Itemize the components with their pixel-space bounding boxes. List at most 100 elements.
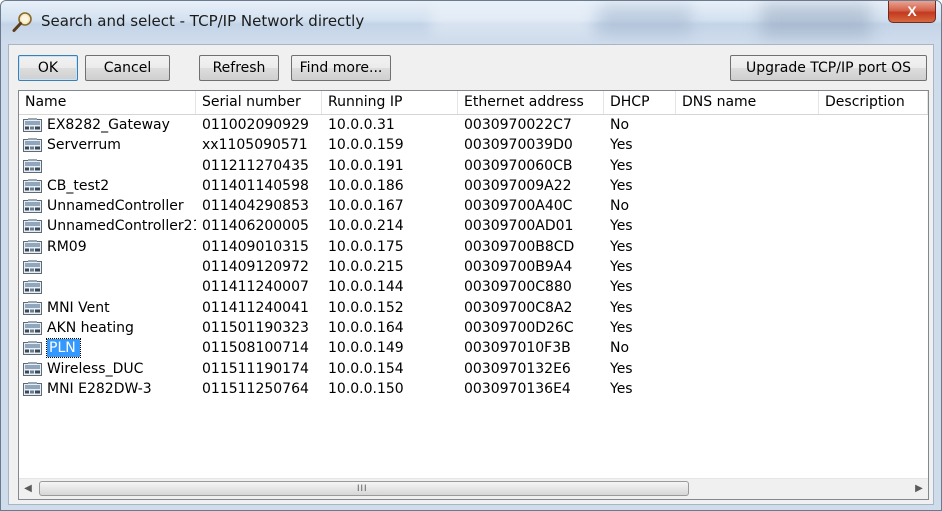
cell-name: MNI E282DW-3 — [19, 379, 196, 399]
horizontal-scrollbar[interactable]: ◀ III ▶ — [19, 478, 928, 499]
cell-name: Serverrum — [19, 135, 196, 155]
cell-serial: 011411240041 — [202, 299, 309, 316]
column-header-running-ip[interactable]: Running IP — [322, 91, 458, 114]
table-row[interactable]: UnnamedController 011404290853 10.0.0.167 0… — [19, 196, 928, 216]
cell-name: RM09 — [19, 237, 196, 257]
table-row[interactable]: RM09 011409010315 10.0.0.175 00309700B8CD Ye… — [19, 237, 928, 257]
cell-dhcp: Yes — [610, 177, 633, 194]
cell-serial: 011404290853 — [202, 198, 309, 215]
cell-dhcp: Yes — [610, 137, 633, 154]
cell-ip: 10.0.0.31 — [328, 117, 395, 133]
cell-mac: 00309700B8CD — [464, 238, 575, 255]
cell-name: PLN — [19, 338, 196, 359]
column-header-name[interactable]: Name — [19, 91, 196, 114]
scroll-right-arrow-icon[interactable]: ▶ — [910, 479, 928, 499]
find-more-button[interactable]: Find more... — [291, 55, 391, 81]
cell-mac: 00309700C8A2 — [464, 299, 573, 316]
cell-name: MNI Vent — [19, 298, 196, 318]
device-name: MNI E282DW-3 — [47, 380, 152, 397]
window-title: Search and select - TCP/IP Network direc… — [41, 12, 365, 30]
cell-dhcp: Yes — [610, 380, 633, 397]
cell-ip: 10.0.0.214 — [328, 218, 404, 235]
cell-ip: 10.0.0.164 — [328, 319, 404, 336]
cell-dhcp: Yes — [610, 360, 633, 377]
controller-device-icon — [23, 381, 42, 396]
cell-mac: 00309700C880 — [464, 279, 572, 296]
column-header-dhcp[interactable]: DHCP — [604, 91, 676, 114]
scrollbar-thumb[interactable]: III — [39, 481, 689, 496]
cell-dhcp: Yes — [610, 299, 633, 316]
column-header-serial[interactable]: Serial number — [196, 91, 322, 114]
table-row[interactable]: 011211270435 10.0.0.191 0030970060CB Yes — [19, 156, 928, 176]
column-header-description[interactable]: Description — [819, 91, 928, 114]
upgrade-os-button[interactable]: Upgrade TCP/IP port OS — [730, 55, 927, 81]
ok-button[interactable]: OK — [18, 55, 78, 81]
device-name: EX8282_Gateway — [47, 117, 170, 133]
dialog-window: Search and select - TCP/IP Network direc… — [0, 0, 942, 511]
cancel-button[interactable]: Cancel — [85, 55, 170, 81]
background-blur — [601, 5, 691, 35]
controller-device-icon — [23, 341, 42, 356]
cell-serial: 011409010315 — [202, 238, 309, 255]
background-blur — [431, 7, 591, 35]
table-row[interactable]: Serverrum xx1105090571 10.0.0.159 003097003… — [19, 135, 928, 155]
title-bar[interactable]: Search and select - TCP/IP Network direc… — [1, 1, 941, 43]
cell-name — [19, 257, 196, 277]
column-header-dns[interactable]: DNS name — [676, 91, 819, 114]
table-row[interactable]: MNI Vent 011411240041 10.0.0.152 00309700C8… — [19, 298, 928, 318]
scroll-left-arrow-icon[interactable]: ◀ — [19, 479, 37, 499]
cell-mac: 003097009A22 — [464, 177, 572, 194]
cell-serial: 011401140598 — [202, 177, 309, 194]
table-row[interactable]: 011409120972 10.0.0.215 00309700B9A4 Yes — [19, 257, 928, 277]
cell-mac: 00309700B9A4 — [464, 259, 573, 276]
controller-device-icon — [23, 280, 42, 295]
cell-dhcp: Yes — [610, 218, 633, 235]
controller-device-icon — [23, 178, 42, 193]
controller-device-icon — [23, 260, 42, 275]
cell-serial: 011002090929 — [202, 117, 309, 133]
controller-device-icon — [23, 158, 42, 173]
cell-serial: 011211270435 — [202, 157, 309, 174]
controller-device-icon — [23, 239, 42, 254]
close-button[interactable]: X — [888, 1, 936, 23]
controller-device-icon — [23, 199, 42, 214]
controller-device-icon — [23, 361, 42, 376]
cell-ip: 10.0.0.154 — [328, 360, 404, 377]
dialog-client-area: OK Cancel Refresh Find more... Upgrade T… — [8, 44, 934, 505]
table-row[interactable]: AKN heating 011501190323 10.0.0.164 0030970… — [19, 318, 928, 338]
device-name: MNI Vent — [47, 299, 110, 316]
cell-mac: 0030970132E6 — [464, 360, 571, 377]
cell-name: EX8282_Gateway — [19, 115, 196, 135]
device-list[interactable]: Name Serial number Running IP Ethernet a… — [18, 90, 929, 500]
cell-dhcp: Yes — [610, 259, 633, 276]
device-name: Serverrum — [47, 137, 121, 154]
column-header-ethernet[interactable]: Ethernet address — [458, 91, 604, 114]
cell-mac: 003097010F3B — [464, 340, 571, 357]
cell-ip: 10.0.0.159 — [328, 137, 404, 154]
cell-ip: 10.0.0.150 — [328, 380, 404, 397]
cell-mac: 0030970022C7 — [464, 117, 572, 133]
table-row[interactable]: EX8282_Gateway 011002090929 10.0.0.31 00309… — [19, 115, 928, 135]
table-row[interactable]: CB_test2 011401140598 10.0.0.186 003097009A… — [19, 176, 928, 196]
cell-ip: 10.0.0.152 — [328, 299, 404, 316]
device-name: Wireless_DUC — [47, 360, 144, 377]
scrollbar-grip: III — [357, 483, 368, 493]
table-row[interactable]: MNI E282DW-3 011511250764 10.0.0.150 003097… — [19, 379, 928, 399]
cell-ip: 10.0.0.149 — [328, 340, 404, 357]
table-row[interactable]: UnnamedController21 011406200005 10.0.0.21… — [19, 216, 928, 236]
cell-serial: 011406200005 — [202, 218, 309, 235]
cell-name: CB_test2 — [19, 176, 196, 196]
device-name: AKN heating — [47, 319, 134, 336]
device-name: RM09 — [47, 238, 87, 255]
device-name: UnnamedController — [47, 198, 184, 215]
table-row[interactable]: 011411240007 10.0.0.144 00309700C880 Yes — [19, 277, 928, 297]
cell-mac: 0030970039D0 — [464, 137, 573, 154]
search-icon — [12, 12, 32, 32]
table-row[interactable]: PLN 011508100714 10.0.0.149 003097010F3B No — [19, 338, 928, 359]
refresh-button[interactable]: Refresh — [199, 55, 279, 81]
cell-mac: 00309700D26C — [464, 319, 574, 336]
background-blur — [761, 3, 871, 37]
table-row[interactable]: Wireless_DUC 011511190174 10.0.0.154 003097… — [19, 359, 928, 379]
cell-ip: 10.0.0.191 — [328, 157, 404, 174]
cell-mac: 00309700A40C — [464, 198, 573, 215]
